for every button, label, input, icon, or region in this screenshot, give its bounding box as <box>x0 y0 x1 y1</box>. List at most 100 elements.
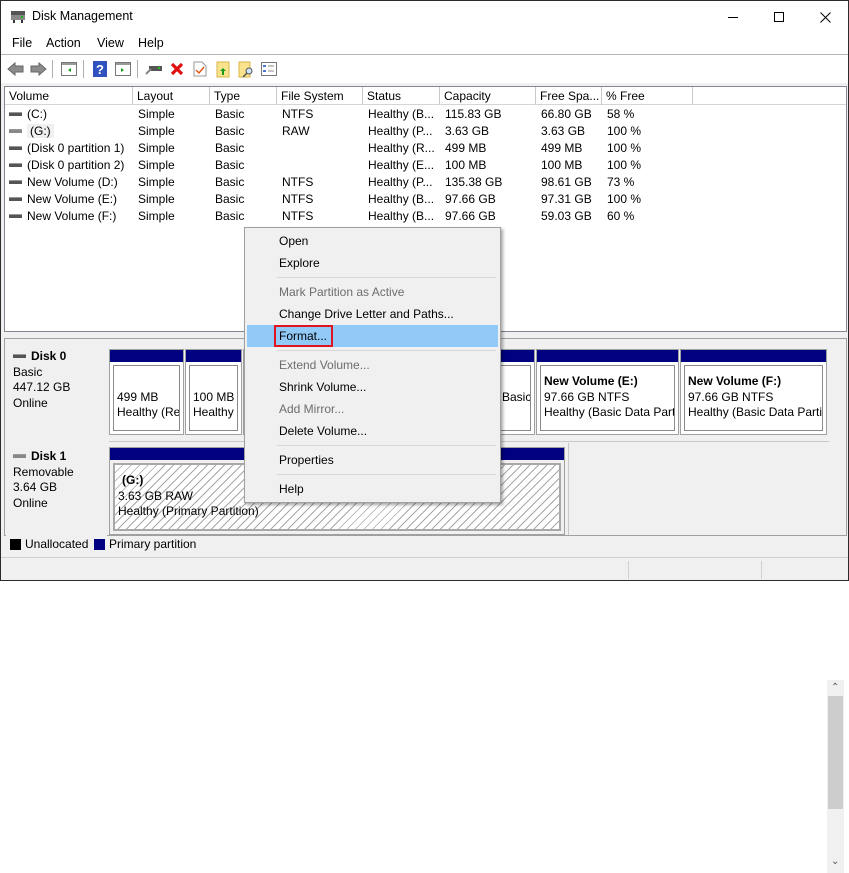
menu-help[interactable]: Help <box>138 36 164 50</box>
menu-item-label: Add Mirror... <box>279 402 345 416</box>
cell-fs: NTFS <box>282 192 314 206</box>
menu-item-delete-volume[interactable]: Delete Volume... <box>247 420 498 442</box>
table-row[interactable]: New Volume (E:) Simple Basic NTFS Healthy (B… <box>5 191 846 208</box>
help-button[interactable]: ? <box>91 60 109 78</box>
scroll-down-icon[interactable]: ⌄ <box>831 856 839 867</box>
primary-partition-bar <box>537 350 678 362</box>
table-row[interactable]: (C:) Simple Basic NTFS Healthy (B... 115.83 G… <box>5 106 846 123</box>
status-bar <box>1 557 848 580</box>
disk-1-label[interactable]: Disk 1 Removable 3.64 GB Online <box>6 443 107 536</box>
partition-size: 97.66 GB NTFS <box>688 389 774 404</box>
show-action-pane-button[interactable] <box>114 60 132 78</box>
cell-free: 97.31 GB <box>541 192 592 206</box>
legend-unallocated-swatch <box>10 539 21 550</box>
menu-separator <box>277 445 496 446</box>
volume-list-header: Volume Layout Type File System Status Ca… <box>5 87 846 105</box>
cell-volume: New Volume (E:) <box>9 191 117 208</box>
maximize-button[interactable] <box>756 1 802 33</box>
menu-item-label: Change Drive Letter and Paths... <box>279 307 454 321</box>
legend-primary-swatch <box>94 539 105 550</box>
primary-partition-bar <box>681 350 826 362</box>
disk-drive-icon <box>9 213 22 218</box>
legend-primary-label: Primary partition <box>109 537 197 551</box>
cell-layout: Simple <box>138 175 175 189</box>
menu-item-label: Mark Partition as Active <box>279 285 405 299</box>
menu-view[interactable]: View <box>97 36 124 50</box>
column-header-status[interactable]: Status <box>363 87 440 105</box>
menu-item-shrink-volume[interactable]: Shrink Volume... <box>247 376 498 398</box>
cell-volume: New Volume (F:) <box>9 208 116 225</box>
menu-action[interactable]: Action <box>46 36 81 50</box>
column-header-free-space[interactable]: Free Spa... <box>536 87 602 105</box>
menu-item-open[interactable]: Open <box>247 230 498 252</box>
cell-fs: RAW <box>282 124 310 138</box>
column-header-percent-free[interactable]: % Free <box>602 87 693 105</box>
table-row[interactable]: New Volume (D:) Simple Basic NTFS Healthy (P… <box>5 174 846 191</box>
cell-type: Basic <box>215 158 245 172</box>
cell-pct: 60 % <box>607 209 635 223</box>
show-hide-console-tree-button[interactable] <box>60 60 78 78</box>
minimize-button[interactable] <box>710 1 756 33</box>
column-header-empty <box>693 87 846 105</box>
delete-button[interactable] <box>168 60 186 78</box>
up-folder-button[interactable] <box>214 60 232 78</box>
partition-status: Basic <box>502 389 531 404</box>
disk-drive-icon <box>13 353 26 358</box>
column-header-capacity[interactable]: Capacity <box>440 87 536 105</box>
partition-disk0-2[interactable]: 100 MB Healthy <box>185 349 242 435</box>
menu-item-properties[interactable]: Properties <box>247 449 498 471</box>
disk-end-divider <box>568 443 569 535</box>
partition-new-volume-e[interactable]: New Volume (E:) 97.66 GB NTFS Healthy (Bas… <box>536 349 679 435</box>
disk-kind: Basic <box>13 364 43 379</box>
cell-type: Basic <box>215 124 245 138</box>
action-pane-icon <box>115 62 131 76</box>
cell-capacity: 115.83 GB <box>445 107 502 121</box>
partition-new-volume-f[interactable]: New Volume (F:) 97.66 GB NTFS Healthy (Bas… <box>680 349 827 435</box>
table-row[interactable]: (Disk 0 partition 1) Simple Basic Healthy (… <box>5 140 846 157</box>
forward-button[interactable] <box>29 60 47 78</box>
toolbar-separator <box>52 60 53 78</box>
menu-file[interactable]: File <box>12 36 32 50</box>
menu-item-change-drive-letter-and-paths[interactable]: Change Drive Letter and Paths... <box>247 303 498 325</box>
column-header-volume[interactable]: Volume <box>5 87 133 105</box>
table-row[interactable]: (G:) Simple Basic RAW Healthy (P... 3.63 GB 3.… <box>5 123 846 140</box>
table-row[interactable]: New Volume (F:) Simple Basic NTFS Healthy (B… <box>5 208 846 225</box>
removable-drive-icon <box>9 128 22 133</box>
connect-button[interactable] <box>145 60 163 78</box>
column-header-file-system[interactable]: File System <box>277 87 363 105</box>
partition-title: New Volume (E:) <box>544 374 638 388</box>
menu-item-help[interactable]: Help <box>247 478 498 500</box>
column-header-type[interactable]: Type <box>210 87 277 105</box>
graph-vertical-scrollbar[interactable]: ⌃ ⌄ <box>827 680 844 873</box>
back-button[interactable] <box>6 60 24 78</box>
disk-drive-icon <box>9 145 22 150</box>
close-button[interactable] <box>802 1 848 33</box>
cell-pct: 73 % <box>607 175 635 189</box>
menu-item-label: Delete Volume... <box>279 424 368 438</box>
table-row[interactable]: (Disk 0 partition 2) Simple Basic Healthy (… <box>5 157 846 174</box>
back-icon <box>6 62 23 76</box>
folder-search-icon <box>238 61 252 78</box>
disk-drive-icon <box>9 196 22 201</box>
partition-disk0-1[interactable]: 499 MB Healthy (Re <box>109 349 184 435</box>
menu-item-format[interactable]: Format... <box>247 325 498 347</box>
cell-capacity: 97.66 GB <box>445 192 496 206</box>
volume-name: (Disk 0 partition 2) <box>27 158 125 172</box>
cell-pct: 58 % <box>607 107 635 121</box>
disk-0-label[interactable]: Disk 0 Basic 447.12 GB Online <box>6 343 107 439</box>
menu-item-explore[interactable]: Explore <box>247 252 498 274</box>
search-button[interactable] <box>237 60 255 78</box>
cell-capacity: 3.63 GB <box>445 124 490 138</box>
cell-status: Healthy (B... <box>368 107 435 121</box>
cell-pct: 100 % <box>607 141 642 155</box>
scrollbar-thumb[interactable] <box>828 696 843 809</box>
cell-volume: (Disk 0 partition 1) <box>9 140 124 157</box>
disk-drive-icon <box>9 111 22 116</box>
scroll-up-icon[interactable]: ⌃ <box>831 682 839 693</box>
column-header-layout[interactable]: Layout <box>133 87 210 105</box>
context-menu: Open Explore Mark Partition as Active Chang… <box>244 227 501 503</box>
properties-button[interactable] <box>260 60 278 78</box>
cell-layout: Simple <box>138 209 175 223</box>
cell-type: Basic <box>215 175 245 189</box>
check-button[interactable] <box>191 60 209 78</box>
